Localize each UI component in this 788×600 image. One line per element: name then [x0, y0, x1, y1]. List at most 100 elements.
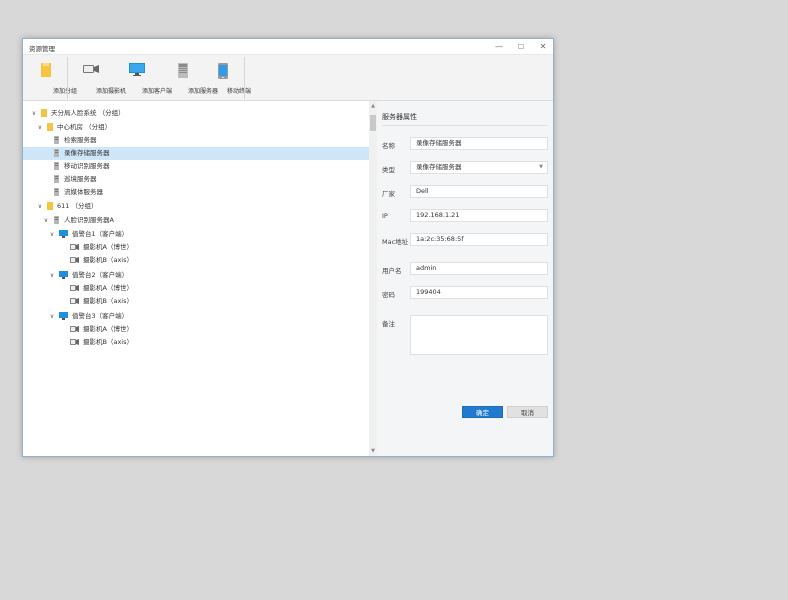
maximize-icon[interactable]: ☐: [510, 40, 532, 54]
mobile-icon: [218, 63, 228, 79]
window-title: 资源管理: [29, 45, 55, 53]
password-field[interactable]: 199404: [410, 286, 548, 299]
server-icon: [54, 188, 59, 196]
minimize-icon[interactable]: —: [488, 40, 510, 54]
ip-field[interactable]: 192.168.1.21: [410, 209, 548, 222]
mobile-terminal-button[interactable]: 移动终端: [207, 55, 251, 101]
notes-field[interactable]: [410, 315, 548, 355]
camera-icon: [70, 298, 79, 304]
tree-node-label: 值警台2（客户端）: [72, 271, 129, 279]
chevron-down-icon[interactable]: ▼: [539, 162, 543, 173]
server-icon: [54, 175, 59, 183]
password-label: 密码: [382, 291, 395, 299]
tree-node[interactable]: 摄影机B（axis）: [23, 336, 369, 349]
add-server-button[interactable]: 添加服务器: [163, 55, 218, 101]
tree-node[interactable]: ∨ 人脸识别服务器A: [23, 214, 369, 227]
toolbar-divider: [244, 57, 245, 99]
chevron-down-icon[interactable]: ∨: [48, 269, 56, 282]
server-icon: [54, 216, 59, 224]
tree-node-label: 摄影机B（axis）: [83, 338, 133, 346]
tree-node-label: 中心机房 （分组）: [57, 123, 112, 131]
tree-node-label: 摄影机B（axis）: [83, 256, 133, 264]
tree-node[interactable]: ∨ 611 （分组）: [23, 200, 369, 213]
resource-tree: ∨ 天分局人脸系统 （分组） ∨ 中心机房 （分组） 检索服务器 录像存储服务器…: [23, 101, 369, 456]
type-label: 类型: [382, 166, 395, 174]
chevron-down-icon[interactable]: ∨: [48, 310, 56, 323]
tree-node-label: 611 （分组）: [57, 202, 98, 210]
tree-node-label: 录像存储服务器: [64, 149, 110, 157]
name-label: 名称: [382, 142, 395, 150]
mobile-terminal-label: 移动终端: [226, 88, 251, 95]
server-icon: [178, 63, 188, 78]
tree-node-label: 流媒体服务器: [64, 188, 103, 196]
cancel-button[interactable]: 取消: [507, 406, 548, 418]
scrollbar-thumb[interactable]: [370, 115, 376, 131]
camera-icon: [70, 285, 79, 291]
scroll-up-icon[interactable]: ▲: [369, 102, 377, 110]
confirm-button[interactable]: 确定: [462, 406, 503, 418]
properties-title: 服务器属性: [382, 113, 417, 121]
tree-node[interactable]: 检索服务器: [23, 134, 369, 147]
tree-node-label: 摄影机A（博世）: [83, 243, 133, 251]
ip-label: IP: [382, 212, 388, 220]
username-field[interactable]: admin: [410, 262, 548, 275]
resource-manager-window: 资源管理 — ☐ ✕ 添加分组 添加摄影机 添加客户端 添加服务器 移动终端 ∨…: [22, 38, 554, 457]
chevron-down-icon[interactable]: ∨: [36, 121, 44, 134]
tree-node-label: 摄影机B（axis）: [83, 297, 133, 305]
tree-node-label: 天分局人脸系统 （分组）: [51, 109, 125, 117]
camera-icon: [70, 326, 79, 332]
close-icon[interactable]: ✕: [532, 40, 554, 54]
properties-panel: 服务器属性 名称 录像存储服务器 类型 录像存储服务器 ▼ 厂家 Dell IP…: [377, 101, 553, 456]
tree-node-label: 值警台3（客户端）: [72, 312, 129, 320]
toolbar-divider: [67, 57, 68, 99]
tree-node[interactable]: ∨ 值警台2（客户端）: [23, 269, 369, 282]
chevron-down-icon[interactable]: ∨: [48, 228, 56, 241]
camera-icon: [70, 244, 79, 250]
tree-node[interactable]: 巡境服务器: [23, 173, 369, 186]
add-camera-button[interactable]: 添加摄影机: [71, 55, 126, 101]
tree-node[interactable]: ∨ 值警台3（客户端）: [23, 310, 369, 323]
mac-label: Mac地址: [382, 238, 409, 246]
tree-node[interactable]: ∨ 值警台1（客户端）: [23, 228, 369, 241]
tree-node[interactable]: 摄影机A（博世）: [23, 323, 369, 336]
tree-node-label: 移动识别服务器: [64, 162, 110, 170]
add-client-button[interactable]: 添加客户端: [117, 55, 172, 101]
chevron-down-icon[interactable]: ∨: [30, 107, 38, 120]
notes-label: 备注: [382, 320, 395, 328]
tree-node[interactable]: 摄影机A（博世）: [23, 282, 369, 295]
tree-node-selected[interactable]: 录像存储服务器: [23, 147, 369, 160]
server-icon: [54, 162, 59, 170]
camera-icon: [70, 257, 79, 263]
tree-node-label: 值警台1（客户端）: [72, 230, 129, 238]
folder-icon: [41, 109, 47, 117]
tree-node-label: 人脸识别服务器A: [64, 216, 114, 224]
folder-icon: [47, 202, 53, 210]
tree-node[interactable]: ∨ 天分局人脸系统 （分组）: [23, 107, 369, 120]
tree-node[interactable]: 摄影机B（axis）: [23, 295, 369, 308]
chevron-down-icon[interactable]: ∨: [36, 200, 44, 213]
tree-node-label: 巡境服务器: [64, 175, 97, 183]
tree-node[interactable]: 摄影机A（博世）: [23, 241, 369, 254]
tree-scrollbar[interactable]: ▲ ▼: [369, 101, 377, 456]
username-label: 用户名: [382, 267, 402, 275]
tree-node[interactable]: ∨ 中心机房 （分组）: [23, 121, 369, 134]
tree-node[interactable]: 流媒体服务器: [23, 186, 369, 199]
scroll-down-icon[interactable]: ▼: [369, 447, 377, 455]
tree-node-label: 摄影机A（博世）: [83, 284, 133, 292]
toolbar: 添加分组 添加摄影机 添加客户端 添加服务器 移动终端: [23, 55, 553, 101]
tree-node[interactable]: 摄影机B（axis）: [23, 254, 369, 267]
camera-icon: [70, 339, 79, 345]
vendor-field[interactable]: Dell: [410, 185, 548, 198]
mac-field[interactable]: 1a:2c:35:68:5f: [410, 233, 548, 246]
add-group-button[interactable]: 添加分组: [27, 55, 77, 101]
folder-icon: [41, 63, 51, 77]
tree-node[interactable]: 移动识别服务器: [23, 160, 369, 173]
name-field[interactable]: 录像存储服务器: [410, 137, 548, 150]
tree-node-label: 摄影机A（博世）: [83, 325, 133, 333]
type-value: 录像存储服务器: [416, 163, 462, 171]
monitor-icon: [59, 271, 68, 279]
folder-icon: [47, 123, 53, 131]
type-select[interactable]: 录像存储服务器 ▼: [410, 161, 548, 174]
chevron-down-icon[interactable]: ∨: [42, 214, 50, 227]
monitor-icon: [129, 63, 145, 76]
